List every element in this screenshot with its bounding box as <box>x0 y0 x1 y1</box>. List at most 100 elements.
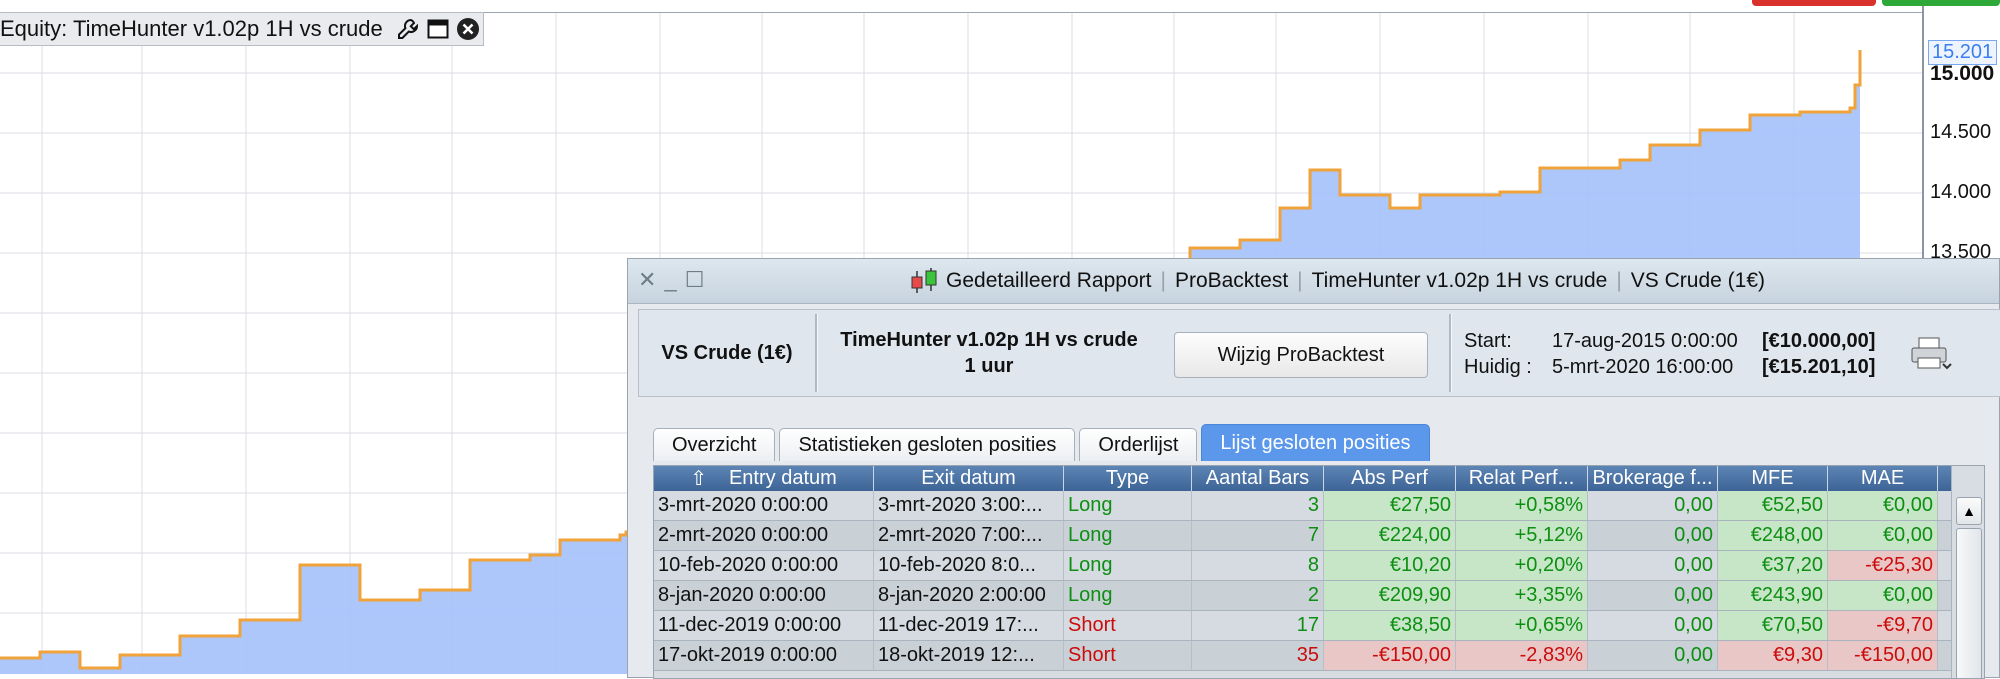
column-header-8[interactable]: MFE <box>1718 466 1828 491</box>
table-cell: €0,00 <box>1828 581 1938 610</box>
table-cell: €70,50 <box>1718 611 1828 640</box>
table-cell: 35 <box>1192 641 1324 670</box>
chart-title: Equity: TimeHunter v1.02p 1H vs crude <box>0 16 383 41</box>
table-cell: €38,50 <box>1324 611 1456 640</box>
table-cell: 11-dec-2019 0:00:00 <box>654 611 874 640</box>
table-cell: 10-feb-2020 8:0... <box>874 551 1064 580</box>
table-cell: €27,50 <box>1324 491 1456 520</box>
table-cell: Long <box>1064 521 1192 550</box>
close-window-icon[interactable]: ✕ <box>638 267 656 293</box>
table-cell: Long <box>1064 581 1192 610</box>
table-cell: 18-okt-2019 12:... <box>874 641 1064 670</box>
table-cell: 0,00 <box>1588 641 1718 670</box>
column-header-3[interactable]: Type <box>1064 466 1192 491</box>
scroll-thumb[interactable] <box>1956 528 1982 678</box>
chart-title-bar: Equity: TimeHunter v1.02p 1H vs crude <box>0 12 484 46</box>
top-green-button[interactable] <box>1882 0 2000 6</box>
sort-arrow-icon[interactable]: ⇧ <box>690 466 707 491</box>
table-row[interactable]: 11-dec-2019 0:00:00 11-dec-2019 17:... Sho… <box>654 611 1984 641</box>
column-header-1[interactable]: ⇧ Entry datum <box>654 466 874 491</box>
table-cell: 8-jan-2020 0:00:00 <box>654 581 874 610</box>
table-cell: 0,00 <box>1588 521 1718 550</box>
tab-lijst-gesloten-posities[interactable]: Lijst gesloten posities <box>1201 424 1430 461</box>
tab-overzicht[interactable]: Overzicht <box>653 428 776 461</box>
table-row[interactable]: 8-jan-2020 0:00:00 8-jan-2020 2:00:00 Long… <box>654 581 1984 611</box>
y-axis-label-14500: 14.500 <box>1930 121 1992 143</box>
table-cell: 3 <box>1192 491 1324 520</box>
current-label: Huidig : <box>1464 356 1532 378</box>
edit-probacktest-button[interactable]: Wijzig ProBacktest <box>1174 332 1428 378</box>
table-cell: -2,83% <box>1456 641 1588 670</box>
table-row[interactable]: 2-mrt-2020 0:00:00 2-mrt-2020 7:00:... Lon… <box>654 521 1984 551</box>
table-cell: Short <box>1064 641 1192 670</box>
table-cell: -€150,00 <box>1828 641 1938 670</box>
top-red-button[interactable] <box>1752 0 1876 6</box>
detailed-report-window: ✕ _ ☐ Gedetailleerd Rapport | ProBacktes… <box>627 258 2000 679</box>
table-cell: 2-mrt-2020 0:00:00 <box>654 521 874 550</box>
table-cell: 17-okt-2019 0:00:00 <box>654 641 874 670</box>
table-cell: 8 <box>1192 551 1324 580</box>
strategy-timeframe: 1 uur <box>964 355 1014 377</box>
column-header-9[interactable]: MAE <box>1828 466 1938 491</box>
table-cell: €52,50 <box>1718 491 1828 520</box>
start-date: 17-aug-2015 0:00:00 <box>1552 330 1738 352</box>
table-cell: 3-mrt-2020 0:00:00 <box>654 491 874 520</box>
tab-statistieken[interactable]: Statistieken gesloten posities <box>779 428 1076 461</box>
report-tabs: Overzicht Statistieken gesloten posities… <box>653 424 1430 461</box>
wrench-icon[interactable] <box>395 16 421 42</box>
table-cell: 0,00 <box>1588 611 1718 640</box>
table-cell: 3-mrt-2020 3:00:... <box>874 491 1064 520</box>
report-title-part-1: Gedetailleerd Rapport <box>946 269 1152 292</box>
table-cell: -€150,00 <box>1324 641 1456 670</box>
table-cell: €243,90 <box>1718 581 1828 610</box>
column-header-2[interactable]: Exit datum <box>874 466 1064 491</box>
table-row[interactable]: 10-feb-2020 0:00:00 10-feb-2020 8:0... Lon… <box>654 551 1984 581</box>
column-header-5[interactable]: Abs Perf <box>1324 466 1456 491</box>
table-cell: +0,58% <box>1456 491 1588 520</box>
table-cell: Short <box>1064 611 1192 640</box>
maximize-window-icon[interactable]: ☐ <box>685 267 705 293</box>
table-cell: 0,00 <box>1588 551 1718 580</box>
window-icon[interactable] <box>425 16 451 42</box>
tab-orderlijst[interactable]: Orderlijst <box>1079 428 1198 461</box>
report-title-part-3: TimeHunter v1.02p 1H vs crude <box>1311 269 1608 292</box>
table-cell: €10,20 <box>1324 551 1456 580</box>
table-body: 3-mrt-2020 0:00:00 3-mrt-2020 3:00:... Lon… <box>654 491 1984 671</box>
strategy-name: TimeHunter v1.02p 1H vs crude <box>840 329 1138 351</box>
table-cell: €9,30 <box>1718 641 1828 670</box>
table-cell: Long <box>1064 551 1192 580</box>
table-row[interactable]: 3-mrt-2020 0:00:00 3-mrt-2020 3:00:... Lon… <box>654 491 1984 521</box>
table-cell: +3,35% <box>1456 581 1588 610</box>
table-cell: 2 <box>1192 581 1324 610</box>
table-cell: 0,00 <box>1588 581 1718 610</box>
column-header-4[interactable]: Aantal Bars <box>1192 466 1324 491</box>
table-cell: Long <box>1064 491 1192 520</box>
table-cell: 7 <box>1192 521 1324 550</box>
report-summary-header: VS Crude (1€) TimeHunter v1.02p 1H vs cr… <box>638 309 2000 397</box>
table-cell: +0,20% <box>1456 551 1588 580</box>
table-cell: 10-feb-2020 0:00:00 <box>654 551 874 580</box>
y-axis-label-15000: 15.000 <box>1930 62 1995 85</box>
report-title-bar[interactable]: ✕ _ ☐ Gedetailleerd Rapport | ProBacktes… <box>628 259 1999 304</box>
printer-icon[interactable] <box>1909 336 1953 377</box>
closed-positions-table: ⇧ Entry datum Exit datum Type Aantal Bars Abs… <box>653 465 1985 679</box>
table-header: ⇧ Entry datum Exit datum Type Aantal Bars Abs… <box>654 466 1984 491</box>
table-cell: €248,00 <box>1718 521 1828 550</box>
column-header-7[interactable]: Brokerage f... <box>1588 466 1718 491</box>
close-icon[interactable] <box>455 16 481 42</box>
table-cell: €0,00 <box>1828 491 1938 520</box>
report-title-part-4: VS Crude (1€) <box>1630 269 1766 292</box>
scroll-up-icon[interactable]: ▲ <box>1956 497 1982 525</box>
table-scrollbar[interactable]: ▲ <box>1951 466 1984 678</box>
minimize-window-icon[interactable]: _ <box>664 267 676 293</box>
table-cell: €37,20 <box>1718 551 1828 580</box>
table-cell: +0,65% <box>1456 611 1588 640</box>
table-cell: 2-mrt-2020 7:00:... <box>874 521 1064 550</box>
start-value: [€10.000,00] <box>1762 330 1876 352</box>
report-title-part-2: ProBacktest <box>1174 269 1289 292</box>
current-value: [€15.201,10] <box>1762 356 1876 378</box>
table-cell: 0,00 <box>1588 491 1718 520</box>
candlestick-icon <box>908 267 940 295</box>
table-row[interactable]: 17-okt-2019 0:00:00 18-okt-2019 12:... Sho… <box>654 641 1984 671</box>
column-header-6[interactable]: Relat Perf... <box>1456 466 1588 491</box>
